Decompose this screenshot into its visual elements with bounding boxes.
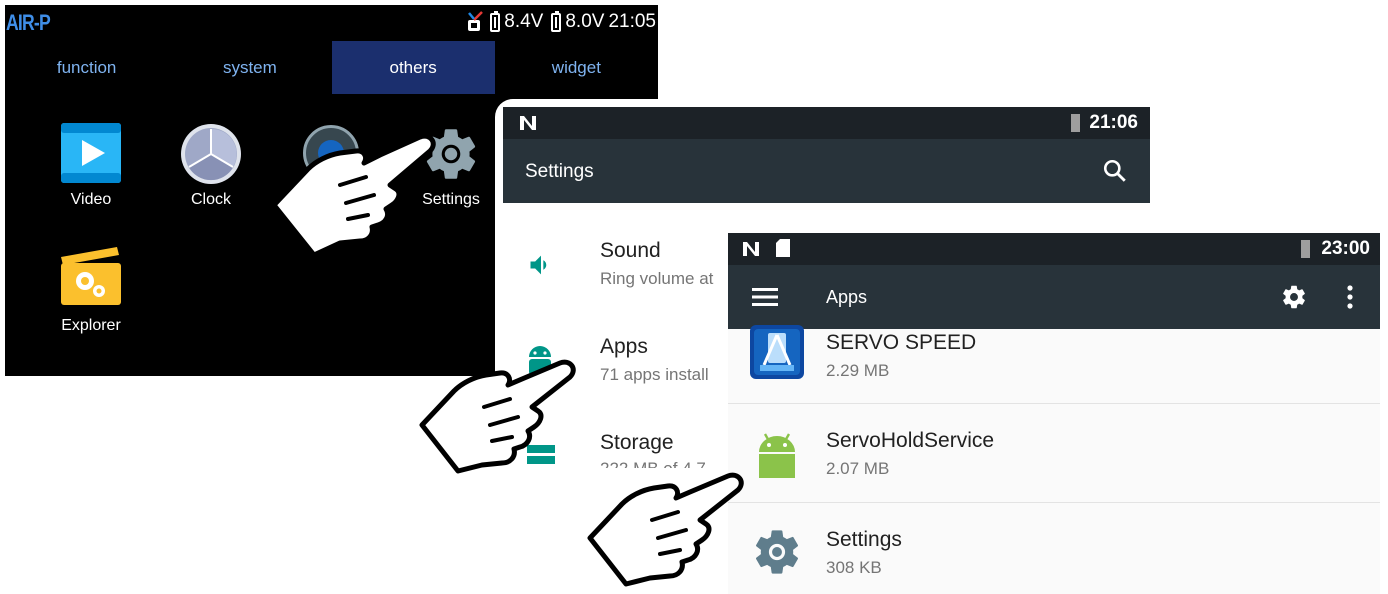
pointing-hand-icon	[587, 472, 744, 587]
voltage-2: 8.0V	[565, 11, 605, 32]
status-bar: 21:06	[503, 107, 1150, 139]
tab-system[interactable]: system	[168, 41, 331, 94]
pointing-hand-icon	[271, 133, 436, 258]
status-time: 23:00	[1321, 238, 1370, 259]
app-size: 2.07 MB	[826, 459, 890, 478]
app-name: Settings	[826, 528, 902, 551]
app-video[interactable]: Video	[41, 123, 141, 213]
tab-others[interactable]: others	[331, 41, 495, 94]
settings-item-subtitle: 71 apps install	[600, 365, 709, 384]
android-apps-screen: 23:00 Apps SERVO SPEED 2.29 MB ServoHold…	[728, 233, 1380, 594]
search-icon[interactable]	[1102, 158, 1128, 184]
brand-logo: AIR-P	[6, 10, 51, 35]
page-title: Settings	[525, 161, 594, 182]
app-explorer[interactable]: Explorer	[41, 243, 141, 338]
voltage-1: 8.4V	[504, 11, 544, 32]
app-row-settings[interactable]: Settings 308 KB	[728, 503, 1380, 594]
settings-item-title: Apps	[600, 335, 648, 358]
battery-charging-icon	[1301, 240, 1310, 258]
status-time: 21:05	[608, 11, 656, 32]
antenna-signal-icon	[464, 11, 486, 33]
app-row-servohold-service[interactable]: ServoHoldService 2.07 MB	[728, 404, 1380, 503]
battery-charging-icon	[1071, 114, 1080, 132]
settings-item-subtitle: 222 MB of 4.7	[600, 459, 706, 468]
settings-item-subtitle: Ring volume at	[600, 269, 714, 288]
menu-icon[interactable]	[752, 287, 778, 307]
battery-icon	[490, 10, 501, 32]
settings-item-title: Sound	[600, 239, 661, 262]
volume-icon	[530, 255, 547, 275]
n-notification-icon	[743, 242, 759, 256]
video-icon	[61, 123, 121, 183]
folder-gear-icon	[61, 247, 121, 305]
sd-card-icon	[776, 239, 790, 257]
app-label: Video	[70, 191, 112, 208]
pointing-hand-icon	[419, 359, 576, 474]
app-bar: Settings	[503, 139, 1150, 203]
status-indicators: 8.4V 8.0V 21:05	[464, 10, 656, 33]
status-bar: AIR-P 8.4V 8.0V 21:05	[5, 5, 658, 41]
launcher-tabs: function system others widget	[5, 41, 658, 94]
status-time: 21:06	[1089, 112, 1138, 133]
battery-icon	[551, 10, 562, 32]
servo-speed-app-icon	[750, 325, 804, 379]
tab-widget[interactable]: widget	[495, 41, 658, 94]
app-label: Clock	[190, 191, 231, 208]
tab-function[interactable]: function	[5, 41, 168, 94]
app-label: Explorer	[61, 317, 121, 334]
app-clock[interactable]: Clock	[161, 123, 261, 213]
clock-icon	[181, 124, 241, 184]
app-name: ServoHoldService	[826, 429, 995, 452]
app-size: 308 KB	[826, 558, 882, 577]
status-bar: 23:00	[728, 233, 1380, 265]
app-name: SERVO SPEED	[826, 331, 977, 354]
app-row-servo-speed[interactable]: SERVO SPEED 2.29 MB	[728, 305, 1380, 404]
n-notification-icon	[520, 116, 536, 130]
settings-item-title: Storage	[600, 431, 674, 454]
app-size: 2.29 MB	[826, 361, 890, 380]
